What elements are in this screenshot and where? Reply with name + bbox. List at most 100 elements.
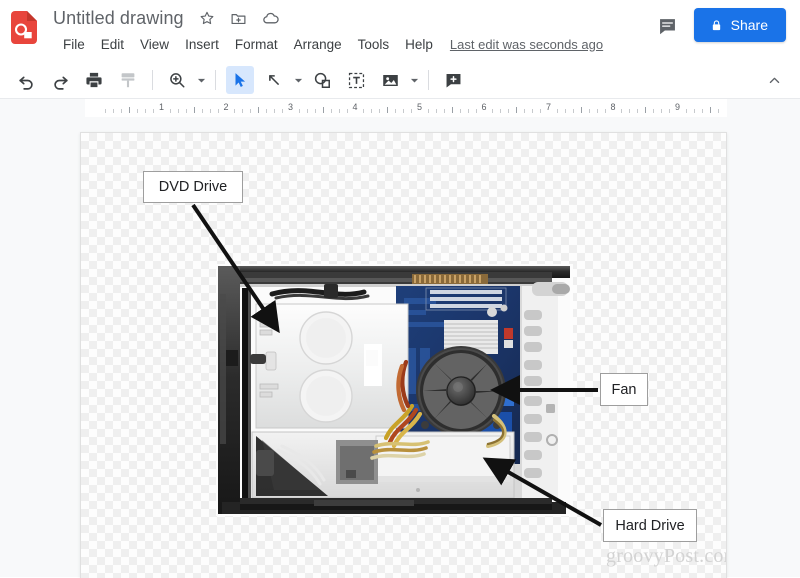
ruler-tick <box>693 109 695 113</box>
ruler-number: 9 <box>674 102 681 112</box>
callout-hard-drive-label: Hard Drive <box>615 517 685 534</box>
last-edit-link[interactable]: Last edit was seconds ago <box>450 37 603 52</box>
ruler-tick <box>234 109 236 113</box>
share-button-label: Share <box>730 17 768 33</box>
ruler-tick <box>467 109 469 113</box>
ruler-band: 1 2 3 4 5 6 7 8 9 <box>0 98 800 119</box>
ruler-tick <box>500 109 502 113</box>
ruler-number: 7 <box>545 102 552 112</box>
ruler-tick <box>113 109 115 113</box>
toolbar-divider <box>428 70 429 90</box>
toolbar-divider <box>152 70 153 90</box>
share-button[interactable]: Share <box>693 8 786 42</box>
line-dropdown-caret-icon[interactable] <box>291 66 305 94</box>
comment-icon[interactable] <box>654 13 680 39</box>
ruler-tick <box>540 109 542 113</box>
ruler-tick <box>129 107 131 113</box>
ruler-tick <box>717 109 719 113</box>
ruler-tick <box>588 109 590 113</box>
ruler-tick <box>379 109 381 113</box>
ruler-tick <box>201 109 203 113</box>
ruler-tick <box>395 109 397 113</box>
ruler-number: 1 <box>158 102 165 112</box>
select-tool-button[interactable] <box>226 66 254 94</box>
move-to-folder-icon[interactable] <box>230 9 248 27</box>
ruler-tick <box>427 109 429 113</box>
menu-item-help[interactable]: Help <box>397 35 441 54</box>
ruler-tick <box>451 107 453 113</box>
callout-fan[interactable]: Fan <box>600 373 648 406</box>
ruler-tick <box>411 109 413 113</box>
shape-tool-button[interactable] <box>308 66 336 94</box>
ruler-tick <box>209 109 211 113</box>
ruler-tick <box>266 109 268 113</box>
document-title[interactable]: Untitled drawing <box>53 8 184 29</box>
callout-fan-label: Fan <box>611 381 637 398</box>
title-row: Untitled drawing <box>53 5 280 31</box>
app-header: Untitled drawing File Edit View Insert F… <box>0 0 800 62</box>
ruler-tick <box>314 109 316 113</box>
ruler-tick <box>274 109 276 113</box>
ruler-tick <box>145 109 147 113</box>
add-comment-button[interactable] <box>439 66 467 94</box>
ruler-tick <box>443 109 445 113</box>
ruler-tick <box>105 109 107 113</box>
ruler-tick <box>403 109 405 113</box>
menu-item-file[interactable]: File <box>55 35 93 54</box>
ruler-tick <box>371 109 373 113</box>
menu-item-edit[interactable]: Edit <box>93 35 132 54</box>
ruler-tick <box>346 109 348 113</box>
ruler-tick <box>322 107 324 113</box>
callout-dvd-drive[interactable]: DVD Drive <box>143 171 243 203</box>
ruler-tick <box>435 109 437 113</box>
ruler-number: 6 <box>481 102 487 112</box>
ruler-tick <box>661 109 663 113</box>
redo-button[interactable] <box>46 66 74 94</box>
google-drawings-window: Untitled drawing File Edit View Insert F… <box>0 0 800 578</box>
zoom-button[interactable] <box>163 66 191 94</box>
ruler-tick <box>242 109 244 113</box>
horizontal-ruler[interactable]: 1 2 3 4 5 6 7 8 9 <box>85 99 727 117</box>
menu-item-arrange[interactable]: Arrange <box>286 35 350 54</box>
ruler-tick <box>169 109 171 113</box>
ruler-tick <box>596 109 598 113</box>
toolbar <box>0 62 800 98</box>
ruler-tick <box>653 109 655 113</box>
drawing-canvas[interactable]: DVD Drive Fan Hard Drive groovyPost.com <box>80 132 727 578</box>
cloud-saved-icon[interactable] <box>262 9 280 27</box>
work-area: DVD Drive Fan Hard Drive groovyPost.com <box>0 118 800 578</box>
paint-format-button[interactable] <box>114 66 142 94</box>
ruler-tick <box>701 109 703 113</box>
image-dropdown-caret-icon[interactable] <box>407 66 421 94</box>
ruler-tick <box>516 107 518 113</box>
menu-item-format[interactable]: Format <box>227 35 286 54</box>
ruler-tick <box>572 109 574 113</box>
image-button[interactable] <box>376 66 404 94</box>
text-box-button[interactable] <box>342 66 370 94</box>
desktop-pc-interior-photo[interactable] <box>216 264 573 516</box>
ruler-tick <box>250 109 252 113</box>
star-icon[interactable] <box>198 9 216 27</box>
menu-item-view[interactable]: View <box>132 35 177 54</box>
menu-item-insert[interactable]: Insert <box>177 35 227 54</box>
ruler-tick <box>387 107 389 113</box>
menu-item-tools[interactable]: Tools <box>350 35 398 54</box>
zoom-dropdown-caret-icon[interactable] <box>194 66 208 94</box>
ruler-tick <box>217 109 219 113</box>
ruler-number: 5 <box>416 102 423 112</box>
ruler-number: 2 <box>223 102 229 112</box>
ruler-tick <box>193 107 195 113</box>
ruler-tick <box>532 109 534 113</box>
collapse-toolbar-button[interactable] <box>760 66 788 94</box>
ruler-tick <box>629 109 631 113</box>
ruler-tick <box>137 109 139 113</box>
ruler-tick <box>564 109 566 113</box>
ruler-tick <box>645 107 647 113</box>
callout-hard-drive[interactable]: Hard Drive <box>603 509 697 542</box>
undo-button[interactable] <box>12 66 40 94</box>
line-tool-button[interactable] <box>260 66 288 94</box>
print-button[interactable] <box>80 66 108 94</box>
ruler-tick <box>580 107 582 113</box>
google-drawings-logo[interactable] <box>11 11 37 44</box>
ruler-tick <box>306 109 308 113</box>
